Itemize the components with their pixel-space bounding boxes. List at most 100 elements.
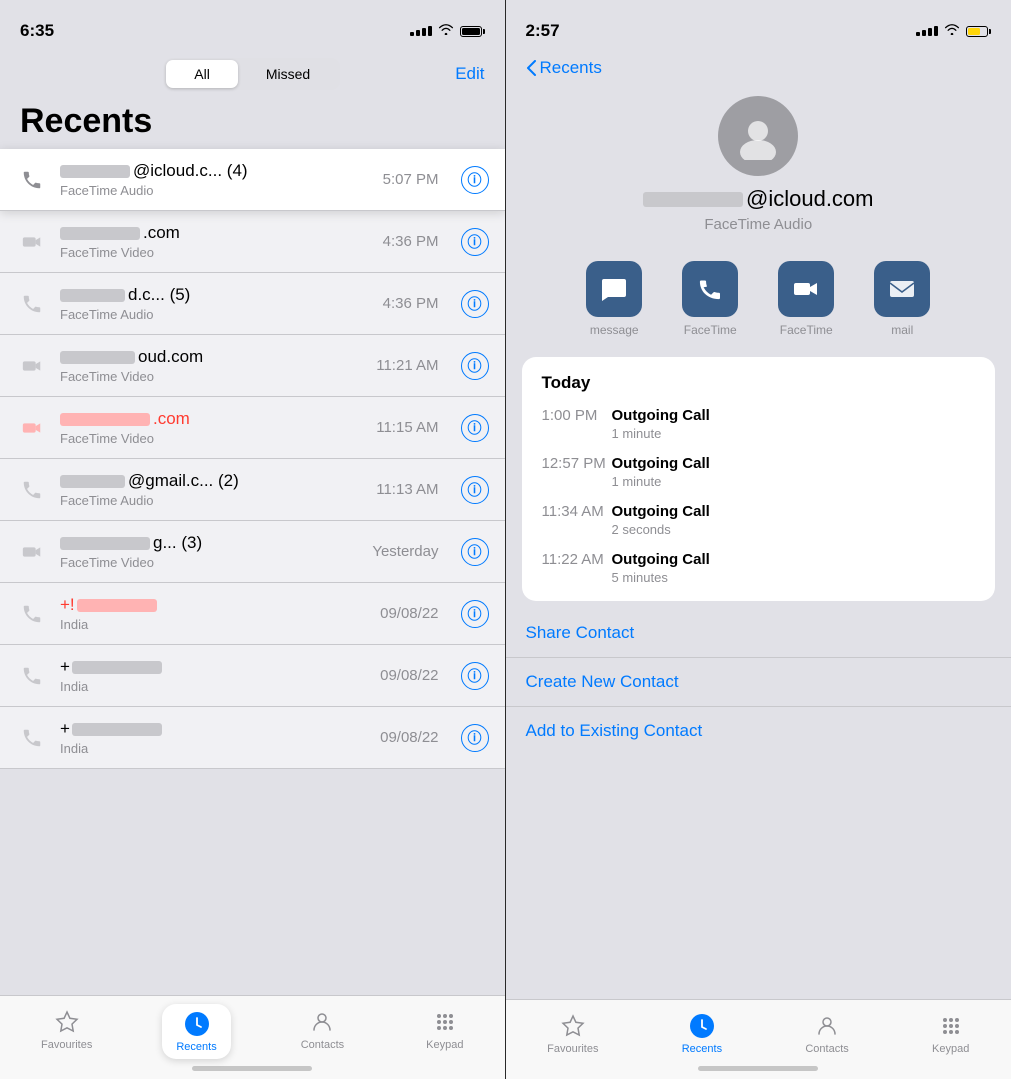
action-message[interactable]: message [574,261,654,337]
history-item-3: 11:34 AM Outgoing Call 2 seconds [542,503,976,537]
history-type-2: Outgoing Call [612,455,976,472]
history-type-3: Outgoing Call [612,503,976,520]
history-duration-3: 2 seconds [612,522,976,537]
call-row-2[interactable]: .com FaceTime Video 4:36 PM ⓘ [0,211,505,273]
nav-label-recents-left: Recents [176,1041,216,1053]
signal-icon [410,26,432,36]
call-info-2: .com FaceTime Video [60,223,371,260]
info-button-1[interactable]: ⓘ [461,166,489,194]
call-info-6: @gmail.c... (2) FaceTime Audio [60,471,364,508]
nav-label-contacts-right: Contacts [805,1043,848,1055]
message-icon-box [586,261,642,317]
call-subtype-6: FaceTime Audio [60,493,364,508]
star-icon [53,1008,81,1036]
back-label: Recents [540,58,602,78]
star-icon-right [559,1012,587,1040]
nav-keypad-right[interactable]: Keypad [920,1008,981,1059]
call-time-8: 09/08/22 [380,605,438,622]
call-type-icon-10 [16,722,48,754]
left-time: 6:35 [20,21,54,41]
call-info-1: @icloud.c... (4) FaceTime Audio [60,161,371,198]
call-time-5: 11:15 AM [376,419,438,436]
history-duration-2: 1 minute [612,474,976,489]
info-button-10[interactable]: ⓘ [461,724,489,752]
info-button-6[interactable]: ⓘ [461,476,489,504]
history-detail-4: Outgoing Call 5 minutes [612,551,976,585]
nav-recents-right[interactable]: Recents [670,1008,734,1059]
call-row-1[interactable]: @icloud.c... (4) FaceTime Audio 5:07 PM … [0,149,505,211]
info-button-3[interactable]: ⓘ [461,290,489,318]
contact-section: @icloud.com FaceTime Audio [506,86,1011,249]
history-type-1: Outgoing Call [612,407,976,424]
home-indicator-left [192,1066,312,1071]
call-subtype-2: FaceTime Video [60,245,371,260]
history-detail-2: Outgoing Call 1 minute [612,455,976,489]
nav-contacts-left[interactable]: Contacts [289,1004,356,1059]
nav-label-favourites-right: Favourites [547,1043,598,1055]
action-label-message: message [590,323,639,337]
call-row-4[interactable]: oud.com FaceTime Video 11:21 AM ⓘ [0,335,505,397]
history-detail-1: Outgoing Call 1 minute [612,407,976,441]
info-button-4[interactable]: ⓘ [461,352,489,380]
avatar [718,96,798,176]
action-facetime-audio[interactable]: FaceTime [670,261,750,337]
action-mail[interactable]: mail [862,261,942,337]
back-button[interactable]: Recents [506,50,622,86]
nav-label-keypad-right: Keypad [932,1043,969,1055]
info-button-5[interactable]: ⓘ [461,414,489,442]
call-row-10[interactable]: + India 09/08/22 ⓘ [0,707,505,769]
create-contact-link[interactable]: Create New Contact [506,658,1011,707]
status-bar-right: 2:57 [506,0,1011,50]
mail-icon-box [874,261,930,317]
history-item-4: 11:22 AM Outgoing Call 5 minutes [542,551,976,585]
call-time-4: 11:21 AM [376,357,438,374]
action-facetime-video[interactable]: FaceTime [766,261,846,337]
nav-favourites-right[interactable]: Favourites [535,1008,610,1059]
call-time-1: 5:07 PM [383,171,439,188]
wifi-icon [438,22,454,40]
call-type-icon-3 [16,288,48,320]
call-row-7[interactable]: g... (3) FaceTime Video Yesterday ⓘ [0,521,505,583]
call-row-3[interactable]: d.c... (5) FaceTime Audio 4:36 PM ⓘ [0,273,505,335]
history-time-1: 1:00 PM [542,407,612,424]
all-tab[interactable]: All [166,60,238,88]
info-button-2[interactable]: ⓘ [461,228,489,256]
edit-button[interactable]: Edit [455,64,484,84]
call-row-8[interactable]: +! India 09/08/22 ⓘ [0,583,505,645]
call-info-10: + India [60,719,368,756]
call-subtype-7: FaceTime Video [60,555,360,570]
nav-keypad-left[interactable]: Keypad [414,1004,475,1059]
facetime-video-icon-box [778,261,834,317]
call-name-text-1: @icloud.c... (4) [133,161,248,181]
left-status-icons [410,22,485,40]
contact-name: @icloud.com [746,186,874,212]
person-icon-right [813,1012,841,1040]
contact-name-row: @icloud.com [643,186,874,212]
history-item-1: 1:00 PM Outgoing Call 1 minute [542,407,976,441]
person-icon-left [308,1008,336,1036]
info-button-7[interactable]: ⓘ [461,538,489,566]
nav-contacts-right[interactable]: Contacts [793,1008,860,1059]
clock-icon-left [183,1010,211,1038]
call-subtype-8: India [60,617,368,632]
nav-favourites-left[interactable]: Favourites [29,1004,104,1059]
history-type-4: Outgoing Call [612,551,976,568]
call-list: @icloud.c... (4) FaceTime Audio 5:07 PM … [0,149,505,769]
info-button-9[interactable]: ⓘ [461,662,489,690]
add-existing-contact-link[interactable]: Add to Existing Contact [506,707,1011,755]
nav-recents-left[interactable]: Recents [162,1004,230,1059]
missed-tab[interactable]: Missed [238,60,338,88]
call-info-4: oud.com FaceTime Video [60,347,364,384]
history-duration-1: 1 minute [612,426,976,441]
share-contact-link[interactable]: Share Contact [506,609,1011,658]
call-row-6[interactable]: @gmail.c... (2) FaceTime Audio 11:13 AM … [0,459,505,521]
call-row-5[interactable]: .com FaceTime Video 11:15 AM ⓘ [0,397,505,459]
call-type-icon-8 [16,598,48,630]
call-time-9: 09/08/22 [380,667,438,684]
history-detail-3: Outgoing Call 2 seconds [612,503,976,537]
call-subtype-10: India [60,741,368,756]
info-button-8[interactable]: ⓘ [461,600,489,628]
call-row-9[interactable]: + India 09/08/22 ⓘ [0,645,505,707]
action-label-facetime-audio: FaceTime [684,323,737,337]
right-time: 2:57 [526,21,560,41]
